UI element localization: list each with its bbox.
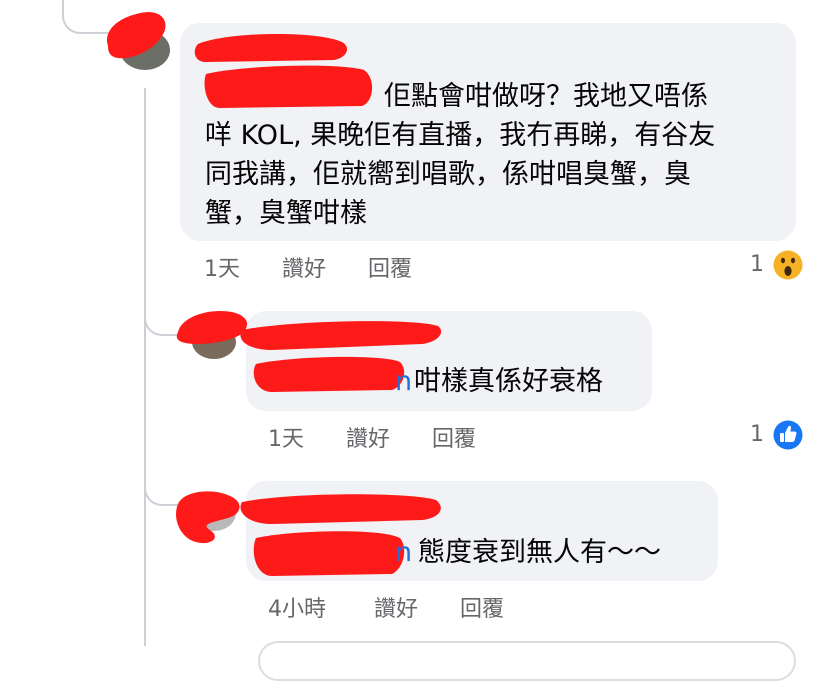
comment-actions: 1天 讚好 回覆: [268, 421, 476, 453]
comment-text-line-1: 佢點會咁做呀？我地又唔係: [384, 81, 708, 112]
like-button[interactable]: 讚好: [346, 421, 432, 453]
redacted-author-name: [240, 494, 441, 576]
reply-button[interactable]: 回覆: [460, 591, 504, 623]
comment-actions: 1天 讚好 回覆: [204, 251, 412, 283]
mention-link-tail[interactable]: n: [395, 533, 412, 573]
comment-text-line-2: 咩 KOL, 果晚佢有直播，我冇再睇，有谷友: [205, 120, 716, 151]
comment-time[interactable]: 1天: [204, 251, 282, 283]
comment-text-line-4: 蟹，臭蟹咁樣: [205, 198, 367, 229]
thread-line-main: [144, 88, 146, 646]
redacted-avatar: [107, 12, 166, 59]
comment-text: 咁樣真係好衰格: [414, 366, 603, 397]
reply-button[interactable]: 回覆: [368, 251, 412, 283]
comment-time[interactable]: 4小時: [268, 591, 374, 623]
comment-text-line-3: 同我講，佢就嚮到唱歌，係咁唱臭蟹，臭: [205, 159, 691, 190]
reply-button[interactable]: 回覆: [432, 421, 476, 453]
comment-text: 態度衰到無人有～～: [418, 537, 661, 568]
comment-time[interactable]: 1天: [268, 421, 346, 453]
like-button[interactable]: 讚好: [282, 251, 368, 283]
redacted-author-name: [194, 33, 373, 108]
mention-link-tail[interactable]: n: [395, 362, 412, 402]
reaction-count[interactable]: 1: [750, 422, 764, 447]
reply-input-box[interactable]: [258, 641, 796, 681]
comment-actions: 4小時 讚好 回覆: [268, 591, 504, 623]
like-icon[interactable]: [771, 418, 805, 452]
reaction-count[interactable]: 1: [750, 252, 764, 277]
wow-icon[interactable]: [771, 248, 805, 282]
like-button[interactable]: 讚好: [374, 591, 460, 623]
